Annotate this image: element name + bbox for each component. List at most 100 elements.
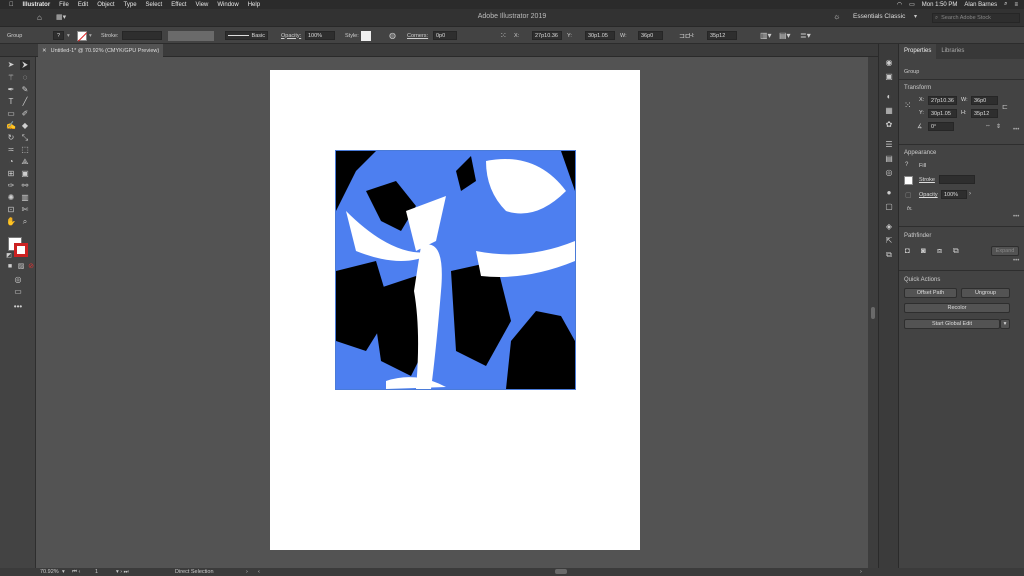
h-input[interactable]: 35p12 xyxy=(707,30,737,41)
menu-effect[interactable]: Effect xyxy=(171,2,186,8)
zoom-level[interactable]: 70.92% xyxy=(40,569,59,575)
menu-type[interactable]: Type xyxy=(124,2,137,8)
default-colors-icon[interactable]: ◩ xyxy=(4,251,14,261)
first-artboard-icon[interactable]: ⏮ ‹ xyxy=(72,569,80,576)
shaper-tool-icon[interactable]: ✍ xyxy=(6,121,16,131)
corners-label[interactable]: Corners: xyxy=(407,30,428,41)
align-options-icon[interactable]: ▥▾ xyxy=(760,30,772,41)
asset-export-icon[interactable]: ⇱ xyxy=(884,236,894,246)
lasso-tool-icon[interactable]: ◌ xyxy=(20,73,30,83)
none-mode-icon[interactable]: ⊘ xyxy=(26,262,36,272)
zoom-tool-icon[interactable]: ⌕ xyxy=(20,217,30,227)
transform-w-input[interactable]: 36p0 xyxy=(971,96,998,105)
menu-select[interactable]: Select xyxy=(146,2,163,8)
stroke-weight-input[interactable] xyxy=(939,175,975,184)
chevron-down-icon[interactable]: ▾ xyxy=(914,13,917,20)
flip-horizontal-icon[interactable]: ⇔ xyxy=(985,123,991,129)
opacity-input[interactable]: 100% xyxy=(305,30,335,41)
line-segment-tool-icon[interactable]: ╱ xyxy=(20,97,30,107)
fill-swatch[interactable]: ? xyxy=(53,30,64,41)
color-guide-icon[interactable]: ◉ xyxy=(884,58,894,68)
curvature-tool-icon[interactable]: ✎ xyxy=(20,85,30,95)
chevron-down-icon[interactable]: ▾ xyxy=(62,569,65,575)
chevron-down-icon[interactable]: ▾ xyxy=(89,30,92,41)
minus-front-icon[interactable]: ◙ xyxy=(921,246,926,255)
swatches-icon[interactable]: ▦ xyxy=(884,106,894,116)
y-input[interactable]: 30p1.05 xyxy=(585,30,615,41)
appearance-icon[interactable]: ● xyxy=(884,188,894,198)
reference-point-icon[interactable]: ⁙ xyxy=(904,100,912,111)
selected-artwork-group[interactable] xyxy=(335,150,576,390)
graphic-styles-icon[interactable]: ▢ xyxy=(884,202,894,212)
type-tool-icon[interactable]: T xyxy=(6,97,16,107)
hand-tool-icon[interactable]: ✋ xyxy=(6,217,16,227)
notification-center-icon[interactable]: ≡ xyxy=(1014,2,1018,8)
intersect-icon[interactable]: ⧈ xyxy=(937,246,942,256)
screen-mode-icon[interactable]: ▭ xyxy=(13,287,23,297)
stock-search-input[interactable]: ⌕ Search Adobe Stock xyxy=(932,13,1020,23)
fx-button[interactable]: fx. xyxy=(907,206,913,212)
panel-menu-icon[interactable]: ≣▾ xyxy=(800,30,811,41)
graphic-style-swatch[interactable] xyxy=(361,30,371,41)
menu-window[interactable]: Window xyxy=(217,2,238,8)
horizontal-scroll-left-icon[interactable]: ‹ xyxy=(258,569,260,575)
symbol-sprayer-tool-icon[interactable]: ✺ xyxy=(6,193,16,203)
paintbrush-tool-icon[interactable]: ✐ xyxy=(20,109,30,119)
next-artboard-icon[interactable]: ▾ › ⏭ xyxy=(116,569,129,576)
offset-path-button[interactable]: Offset Path xyxy=(904,288,957,298)
constrain-proportions-icon[interactable]: ⊏ xyxy=(1002,103,1008,111)
color-mode-icon[interactable]: ■ xyxy=(5,262,15,272)
more-options-icon[interactable]: ••• xyxy=(1013,258,1019,264)
wifi-icon[interactable]: ◠ xyxy=(897,1,902,8)
chevron-down-icon[interactable]: ▾ xyxy=(1000,319,1010,329)
stroke-swatch[interactable] xyxy=(77,30,88,42)
color-icon[interactable]: ◐ xyxy=(884,92,894,102)
horizontal-scroll-right-icon[interactable]: › xyxy=(860,569,862,575)
transform-y-input[interactable]: 30p1.05 xyxy=(928,109,957,118)
brushes-icon[interactable]: ✿ xyxy=(884,120,894,130)
distribute-options-icon[interactable]: ▤▾ xyxy=(779,30,791,41)
direct-selection-tool-icon[interactable]: ⮞ xyxy=(20,60,30,70)
image-trace-icon[interactable]: ▣ xyxy=(884,72,894,82)
opacity-label[interactable]: Opacity: xyxy=(281,30,301,41)
stroke-panel-icon[interactable]: ☰ xyxy=(884,140,894,150)
artboards-icon[interactable]: ⧉ xyxy=(884,250,894,260)
ungroup-button[interactable]: Ungroup xyxy=(961,288,1010,298)
more-options-icon[interactable]: ••• xyxy=(1013,127,1019,133)
free-transform-tool-icon[interactable]: ⬚ xyxy=(20,145,30,155)
start-global-edit-button[interactable]: Start Global Edit xyxy=(904,319,1000,329)
mixed-fill-icon[interactable]: ? xyxy=(905,162,908,168)
menu-help[interactable]: Help xyxy=(248,2,260,8)
eyedropper-tool-icon[interactable]: ✑ xyxy=(6,181,16,191)
stroke-weight-input[interactable] xyxy=(122,30,162,41)
expand-button[interactable]: Expand xyxy=(991,246,1019,256)
menu-app-name[interactable]: Illustrator xyxy=(23,2,51,8)
rotate-angle-input[interactable]: 0° xyxy=(928,122,954,131)
status-menu-icon[interactable]: › xyxy=(246,569,248,575)
stroke-swatch-large[interactable] xyxy=(14,243,28,257)
slice-tool-icon[interactable]: ✄ xyxy=(20,205,30,215)
horizontal-scrollbar-thumb[interactable] xyxy=(555,569,567,574)
scrollbar-thumb[interactable] xyxy=(871,307,875,319)
opacity-label[interactable]: Opacity xyxy=(919,192,938,198)
chevron-right-icon[interactable]: › xyxy=(969,191,971,197)
x-input[interactable]: 27p10.36 xyxy=(532,30,562,41)
rotate-tool-icon[interactable]: ↻ xyxy=(6,133,16,143)
artboard[interactable] xyxy=(270,70,640,550)
draw-mode-icon[interactable]: ◎ xyxy=(13,275,23,285)
selection-tool-icon[interactable]: ➤ xyxy=(6,60,16,70)
w-input[interactable]: 36p0 xyxy=(638,30,663,41)
artboard-tool-icon[interactable]: ⊡ xyxy=(6,205,16,215)
gradient-panel-icon[interactable]: ▤ xyxy=(884,154,894,164)
more-options-icon[interactable]: ••• xyxy=(1013,214,1019,220)
gradient-mode-icon[interactable]: ▨ xyxy=(16,262,26,272)
stroke-label[interactable]: Stroke xyxy=(919,177,935,183)
spotlight-icon[interactable]: ⌕ xyxy=(1004,1,1007,8)
more-tools-icon[interactable]: ••• xyxy=(13,302,23,312)
artboard-number[interactable]: 1 xyxy=(95,569,98,575)
menu-file[interactable]: File xyxy=(59,2,69,8)
document-tab[interactable]: ✕ Untitled-1* @ 70.92% (CMYK/GPU Preview… xyxy=(38,44,163,57)
tab-libraries[interactable]: Libraries xyxy=(936,44,969,59)
blend-tool-icon[interactable]: ⚯ xyxy=(20,181,30,191)
vertical-scrollbar[interactable] xyxy=(868,57,878,568)
